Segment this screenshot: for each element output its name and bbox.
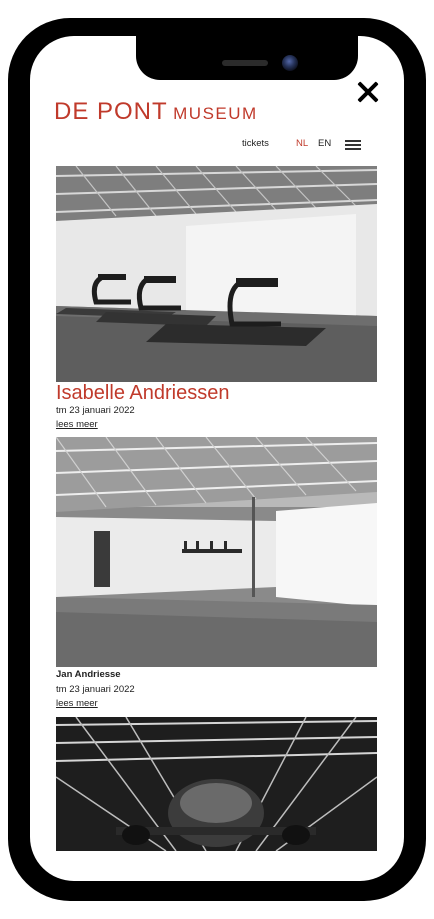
front-camera-icon (282, 55, 298, 71)
logo-main-text: DE PONT (54, 98, 168, 125)
exhibition-photo-3[interactable] (56, 717, 377, 851)
exhibition-date-1: tm 23 januari 2022 (56, 405, 135, 416)
exhibition-title-1[interactable]: Isabelle Andriessen (56, 382, 229, 405)
close-icon[interactable] (355, 79, 381, 105)
read-more-link-2[interactable]: lees meer (56, 698, 98, 709)
exhibition-date-2: tm 23 januari 2022 (56, 684, 135, 695)
phone-screen: DE PONT MUSEUM tickets NL EN Isabelle An… (30, 36, 404, 881)
speaker-grille (222, 60, 268, 66)
exhibition-photo-1[interactable] (56, 166, 377, 382)
exhibition-photo-2[interactable] (56, 437, 377, 667)
phone-frame: DE PONT MUSEUM tickets NL EN Isabelle An… (8, 18, 426, 901)
site-logo[interactable]: DE PONT MUSEUM (54, 98, 258, 126)
lang-nl-link[interactable]: NL (296, 138, 308, 149)
exhibition-title-2[interactable]: Jan Andriesse (56, 669, 121, 680)
phone-notch (136, 36, 358, 80)
nav-tickets-link[interactable]: tickets (242, 138, 269, 149)
logo-sub-text: MUSEUM (173, 104, 258, 123)
hamburger-menu-icon[interactable] (345, 140, 361, 150)
lang-en-link[interactable]: EN (318, 138, 331, 149)
read-more-link-1[interactable]: lees meer (56, 419, 98, 430)
